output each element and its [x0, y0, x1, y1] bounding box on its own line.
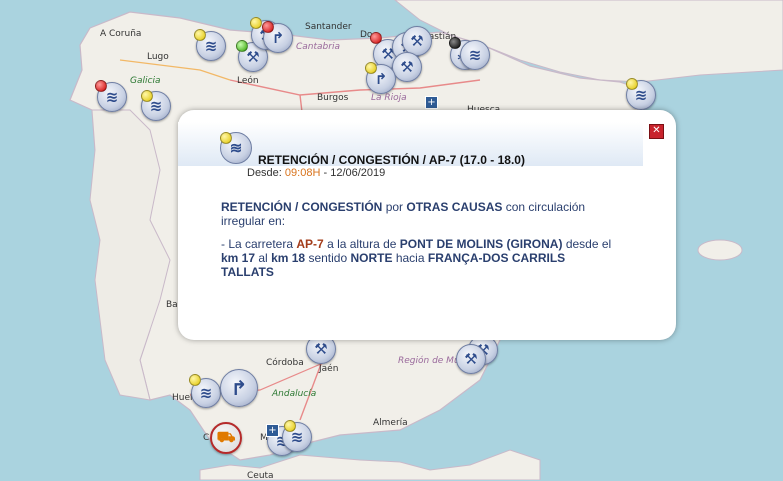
red-status-dot [95, 80, 107, 92]
black-status-dot [449, 37, 461, 49]
region-label-la-rioja: La Rioja [371, 93, 407, 103]
incident-marker[interactable]: ⛟ [210, 422, 242, 454]
date-label: Desde: [247, 167, 282, 179]
city-label-a-coruna: A Coruña [100, 29, 142, 39]
km-from: km 17 [221, 251, 256, 265]
road-name: AP-7 [296, 237, 324, 251]
add-marker-icon[interactable]: + [425, 96, 438, 109]
red-status-dot [262, 21, 274, 33]
tow-truck-icon: ⛟ [216, 428, 236, 446]
text-por: por [385, 200, 404, 214]
detour-arrow-icon: ↱ [230, 376, 248, 400]
city-label-jaen: Jaén [319, 364, 339, 374]
close-button[interactable]: ✕ [649, 124, 664, 139]
yellow-status-dot [189, 374, 201, 386]
date-value: 12/06/2019 [330, 167, 386, 179]
city-label-cordoba: Córdoba [266, 358, 304, 368]
text-mid: a la altura de [327, 237, 397, 251]
popup-title: RETENCIÓN / CONGESTIÓN / AP-7 (17.0 - 18… [258, 153, 525, 167]
region-label-andalucia: Andalucía [272, 389, 317, 399]
yellow-status-dot [626, 78, 638, 90]
text-desde: desde el [565, 237, 612, 251]
place-name: PONT DE MOLINS (GIRONA) [399, 237, 563, 251]
red-status-dot [370, 32, 382, 44]
incident-marker[interactable]: ⚒ [392, 52, 422, 82]
roadworks-icon: ⚒ [464, 350, 478, 368]
city-label-lugo: Lugo [147, 52, 169, 62]
incident-marker[interactable]: ↱ [220, 369, 258, 407]
direction-text: NORTE [350, 251, 393, 265]
yellow-status-dot [250, 17, 262, 29]
roadworks-icon: ⚒ [410, 32, 424, 50]
roadworks-icon: ⚒ [400, 58, 414, 76]
description-line-1: RETENCIÓN / CONGESTIÓN por OTRAS CAUSAS … [221, 200, 621, 228]
add-marker-icon[interactable]: + [266, 424, 279, 437]
region-label-galicia: Galicia [130, 76, 161, 86]
city-label-santander: Santander [305, 22, 352, 32]
incident-type-text: RETENCIÓN / CONGESTIÓN [221, 200, 383, 214]
time-value: 09:08H [284, 167, 321, 179]
city-label-ba: Ba [166, 300, 178, 310]
yellow-status-dot [141, 90, 153, 102]
text-al: al [258, 251, 268, 265]
popup-description: RETENCIÓN / CONGESTIÓN por OTRAS CAUSAS … [221, 200, 621, 288]
date-separator: - [323, 167, 328, 179]
yellow-status-dot [365, 62, 377, 74]
popup-date: Desde: 09:08H - 12/06/2019 [247, 167, 385, 179]
yellow-status-dot [220, 132, 232, 144]
city-label-leon: León [237, 76, 259, 86]
traffic-icon: ≋ [468, 46, 482, 64]
text-sentido: sentido [308, 251, 348, 265]
cause-text: OTRAS CAUSAS [406, 200, 503, 214]
region-label-cantabria: Cantabria [296, 42, 340, 52]
city-label-c: C [203, 433, 210, 443]
yellow-status-dot [194, 29, 206, 41]
km-to: km 18 [271, 251, 306, 265]
description-line-2: - La carretera AP-7 a la altura de PONT … [221, 237, 621, 279]
green-status-dot [236, 40, 248, 52]
incident-marker[interactable]: ≋ [460, 40, 490, 70]
incident-popup: ✕ ≋ RETENCIÓN / CONGESTIÓN / AP-7 (17.0 … [178, 110, 676, 340]
incident-marker[interactable]: ⚒ [456, 344, 486, 374]
city-label-burgos: Burgos [317, 93, 349, 103]
yellow-status-dot [284, 420, 296, 432]
city-label-almeria: Almería [373, 418, 408, 428]
text-hacia: hacia [395, 251, 425, 265]
text-prefix: - La carretera [221, 237, 294, 251]
